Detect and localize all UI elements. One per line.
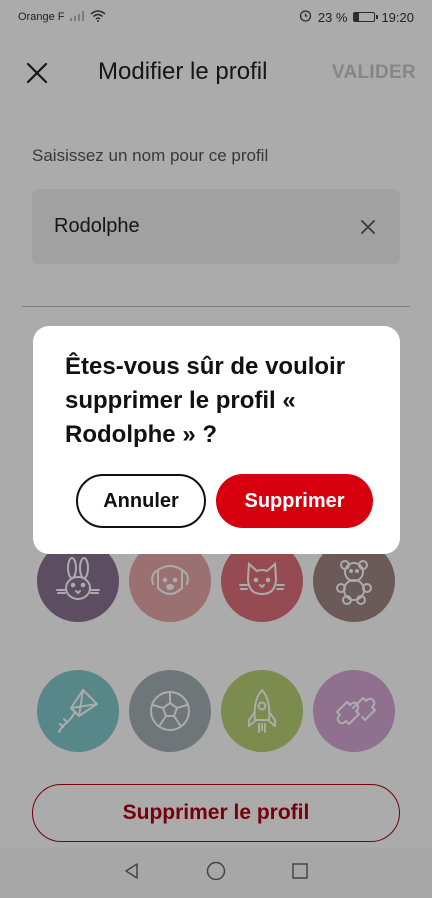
dialog-actions: Annuler Supprimer xyxy=(76,474,373,528)
delete-confirmation-dialog: Êtes-vous sûr de vouloir supprimer le pr… xyxy=(33,326,400,554)
dialog-message: Êtes-vous sûr de vouloir supprimer le pr… xyxy=(65,353,346,448)
confirm-delete-button[interactable]: Supprimer xyxy=(216,474,373,528)
cancel-button[interactable]: Annuler xyxy=(76,474,206,528)
